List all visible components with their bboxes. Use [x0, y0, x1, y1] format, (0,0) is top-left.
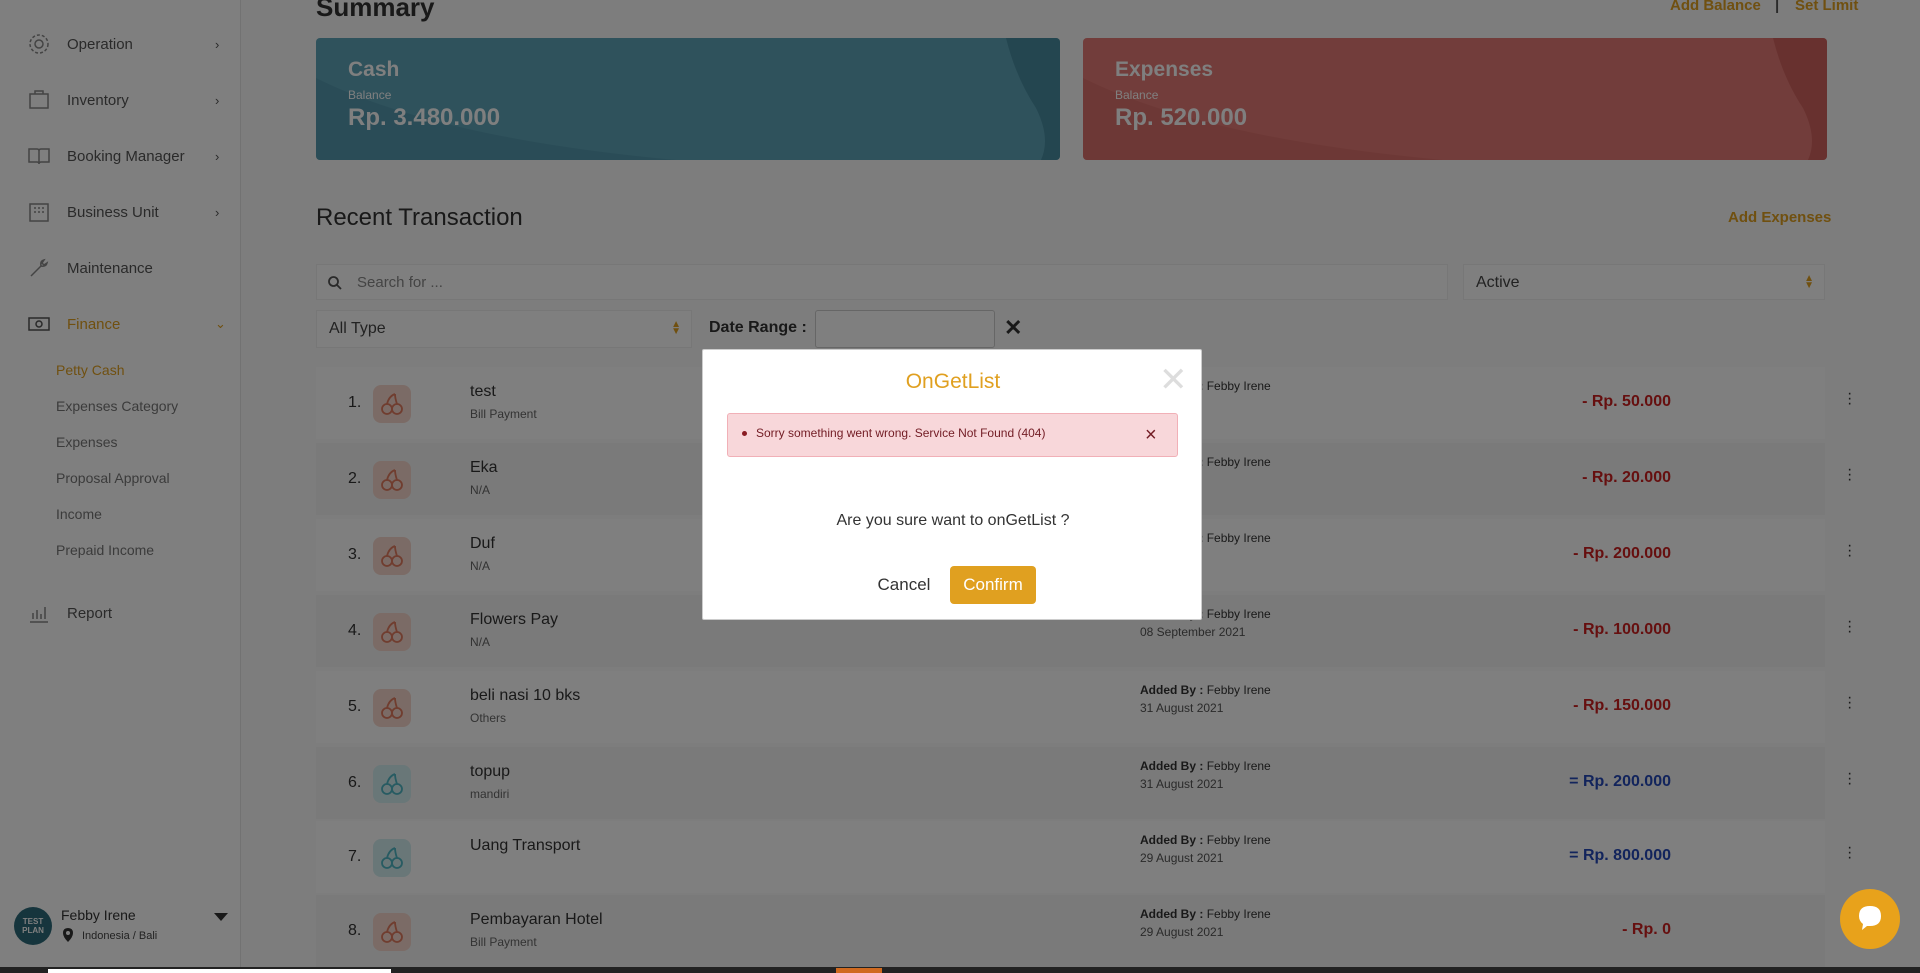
dialog-title: OnGetList	[905, 370, 1001, 393]
taskbar-indicator	[836, 968, 882, 973]
confirm-dialog: OnGetList ✕ Sorry something went wrong. …	[702, 349, 1202, 620]
cancel-button[interactable]: Cancel	[867, 566, 941, 604]
alert-close-icon[interactable]: ×	[1145, 424, 1157, 447]
confirm-button[interactable]: Confirm	[950, 566, 1036, 604]
chat-button[interactable]	[1840, 889, 1900, 949]
error-message: Sorry something went wrong. Service Not …	[756, 426, 1046, 440]
taskbar-highlight	[48, 969, 391, 973]
error-alert: Sorry something went wrong. Service Not …	[727, 413, 1178, 457]
bullet-icon	[742, 431, 747, 436]
close-icon[interactable]: ✕	[1159, 363, 1188, 397]
dialog-question: Are you sure want to onGetList ?	[836, 512, 1070, 529]
chat-bubble-icon	[1855, 902, 1885, 937]
